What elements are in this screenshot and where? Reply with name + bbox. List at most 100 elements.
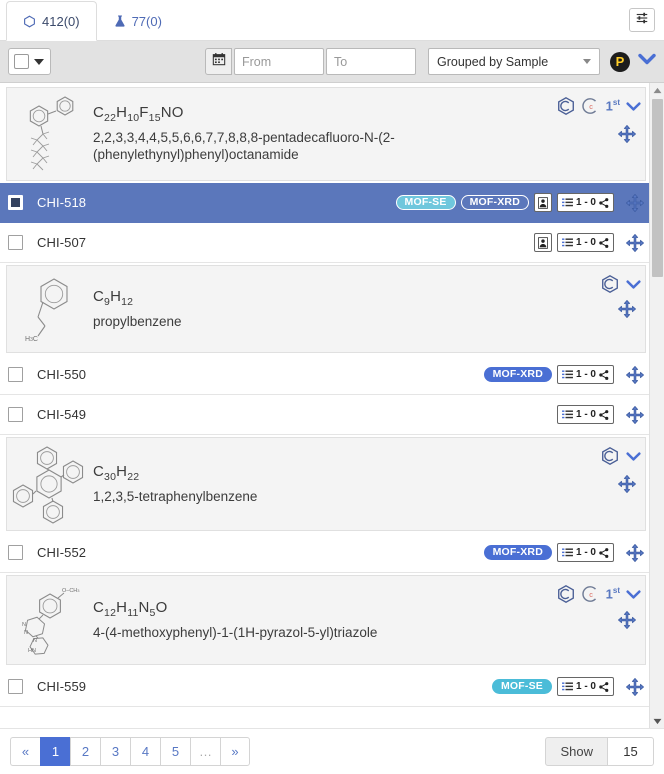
- structure-thumbnail[interactable]: O–CH3 N N N HN: [7, 576, 91, 664]
- page-button[interactable]: 3: [100, 737, 130, 766]
- drag-move-handle[interactable]: [620, 233, 650, 253]
- drag-move-handle[interactable]: [620, 677, 650, 697]
- sample-row-checkbox[interactable]: [8, 545, 23, 560]
- structure-actions: [561, 266, 645, 352]
- filter-settings-button[interactable]: [629, 8, 655, 32]
- page-size-value[interactable]: 15: [608, 737, 654, 766]
- drag-move-handle[interactable]: [617, 474, 637, 494]
- scrollbar-thumb[interactable]: [652, 99, 663, 277]
- chevron-down-icon: [34, 58, 44, 65]
- sample-id-label: CHI-507: [37, 235, 87, 250]
- svg-text:N: N: [24, 630, 28, 636]
- page-button[interactable]: 1: [40, 737, 70, 766]
- drag-move-handle[interactable]: [620, 405, 650, 425]
- sample-records-button[interactable]: 1 - 0: [556, 365, 614, 384]
- sample-owner-button[interactable]: [533, 193, 552, 212]
- calendar-button[interactable]: [205, 48, 232, 75]
- scroll-down-arrow-icon[interactable]: [650, 714, 664, 728]
- drag-move-handle[interactable]: [617, 610, 637, 630]
- hexagon-c-icon[interactable]: [600, 446, 620, 466]
- sample-owner-button[interactable]: [533, 233, 552, 252]
- sample-row-checkbox[interactable]: [8, 367, 23, 382]
- select-all-checkbox[interactable]: [14, 54, 29, 69]
- sample-row[interactable]: CHI-550 MOF-XRD 1 - 0: [0, 355, 650, 395]
- scroll-up-arrow-icon[interactable]: [650, 83, 664, 97]
- page-button[interactable]: 5: [160, 737, 190, 766]
- page-prev-button[interactable]: «: [10, 737, 40, 766]
- sample-id-label: CHI-559: [37, 679, 87, 694]
- drag-move-handle[interactable]: [620, 193, 650, 213]
- date-to-input[interactable]: [326, 48, 416, 75]
- results-list-container: C22H10F15NO 2,2,3,3,4,4,5,5,6,6,7,7,8,8,8…: [0, 83, 664, 728]
- row-expand-chevron-icon[interactable]: [626, 451, 641, 462]
- tag-pill-xrd[interactable]: MOF-XRD: [483, 366, 552, 383]
- select-all-dropdown[interactable]: [8, 48, 51, 75]
- results-list: C22H10F15NO 2,2,3,3,4,4,5,5,6,6,7,7,8,8,8…: [0, 83, 650, 707]
- structure-info: C30H22 1,2,3,5-tetraphenylbenzene: [91, 455, 561, 514]
- page-button[interactable]: …: [190, 737, 220, 766]
- sample-row[interactable]: CHI-518 MOF-SE MOF-XRD 1 - 0: [0, 183, 650, 223]
- molecular-formula: C9H12: [93, 287, 134, 308]
- pagination-bar: «1 2 3 4 5…» Show 15: [0, 728, 664, 774]
- tab-structures-label: 412(0): [42, 13, 80, 29]
- structure-row[interactable]: C30H22 1,2,3,5-tetraphenylbenzene: [6, 437, 646, 531]
- sample-row-checkbox[interactable]: [8, 679, 23, 694]
- show-label: Show: [545, 737, 608, 766]
- drag-move-handle[interactable]: [620, 543, 650, 563]
- sample-records-button[interactable]: 1 - 0: [556, 677, 614, 696]
- hexagon-c-icon[interactable]: [556, 96, 576, 116]
- row-expand-chevron-icon[interactable]: [626, 101, 641, 112]
- structure-thumbnail[interactable]: [7, 438, 91, 530]
- structure-row[interactable]: O–CH3 N N N HN C12H11N5O 4-(4-methoxyphenyl)-1…: [6, 575, 646, 665]
- page-next-button[interactable]: »: [220, 737, 250, 766]
- group-by-select[interactable]: Grouped by Sample: [428, 48, 600, 75]
- sample-row-checkbox[interactable]: [8, 195, 23, 210]
- compound-name: 2,2,3,3,4,4,5,5,6,6,7,7,8,8,8-pentadecaf…: [93, 130, 395, 162]
- sample-row-checkbox[interactable]: [8, 235, 23, 250]
- tab-samples[interactable]: 77(0): [97, 1, 179, 41]
- sample-id-label: CHI-549: [37, 407, 87, 422]
- sample-row[interactable]: CHI-507 1 - 0: [0, 223, 650, 263]
- drag-move-handle[interactable]: [617, 124, 637, 144]
- list-scrollbar[interactable]: [649, 83, 664, 728]
- tag-pill-se[interactable]: MOF-SE: [395, 194, 456, 211]
- sample-records-button[interactable]: 1 - 0: [556, 405, 614, 424]
- sample-records-button[interactable]: 1 - 0: [556, 233, 614, 252]
- sample-id-label: CHI-552: [37, 545, 87, 560]
- sample-row-checkbox[interactable]: [8, 407, 23, 422]
- sample-records-button[interactable]: 1 - 0: [556, 193, 614, 212]
- copyright-c-icon[interactable]: c: [581, 585, 600, 603]
- hexagon-c-icon[interactable]: [600, 274, 620, 294]
- copyright-c-icon[interactable]: c: [581, 97, 600, 115]
- row-expand-chevron-icon[interactable]: [626, 589, 641, 600]
- row-expand-chevron-icon[interactable]: [626, 279, 641, 290]
- tab-structures[interactable]: 412(0): [6, 1, 97, 41]
- record-count-label: 1 - 0: [575, 547, 596, 558]
- hexagon-structure-icon: [23, 15, 36, 28]
- pagination-pages: «1 2 3 4 5…»: [10, 737, 250, 766]
- hexagon-c-icon[interactable]: [556, 584, 576, 604]
- sample-row[interactable]: CHI-559 MOF-SE 1 - 0: [0, 667, 650, 707]
- tag-pill-se[interactable]: MOF-SE: [491, 678, 552, 695]
- page-button[interactable]: 4: [130, 737, 160, 766]
- first-rank-badge: 1st: [605, 98, 620, 114]
- sample-row-actions: MOF-SE 1 - 0: [491, 677, 620, 696]
- toolbar-expand-button[interactable]: [638, 52, 656, 71]
- drag-move-handle[interactable]: [620, 365, 650, 385]
- compound-name: propylbenzene: [93, 313, 182, 329]
- structure-row[interactable]: C22H10F15NO 2,2,3,3,4,4,5,5,6,6,7,7,8,8,8…: [6, 87, 646, 181]
- sample-row[interactable]: CHI-552 MOF-XRD 1 - 0: [0, 533, 650, 573]
- tag-pill-xrd[interactable]: MOF-XRD: [460, 194, 529, 211]
- tag-pill-xrd[interactable]: MOF-XRD: [483, 544, 552, 561]
- structure-thumbnail[interactable]: [7, 88, 91, 180]
- record-count-label: 1 - 0: [575, 681, 596, 692]
- structure-row[interactable]: H3C C9H12 propylbenzene: [6, 265, 646, 353]
- structure-thumbnail[interactable]: H3C: [7, 266, 91, 352]
- page-button[interactable]: 2: [70, 737, 100, 766]
- sample-records-button[interactable]: 1 - 0: [556, 543, 614, 562]
- drag-move-handle[interactable]: [617, 299, 637, 319]
- sample-row[interactable]: CHI-549 1 - 0: [0, 395, 650, 435]
- date-from-input[interactable]: [234, 48, 324, 75]
- record-count-label: 1 - 0: [575, 237, 596, 248]
- p-badge-button[interactable]: P: [610, 51, 630, 72]
